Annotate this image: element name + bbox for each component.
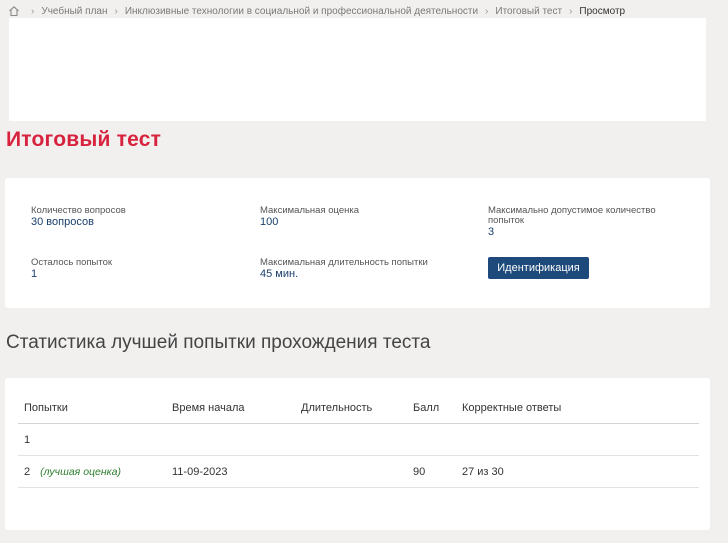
breadcrumb: › Учебный план › Инклюзивные технологии … [8, 4, 625, 18]
remaining-attempts-label: Осталось попыток [31, 257, 113, 268]
column-header-score: Балл [413, 402, 440, 414]
questions-count: Количество вопросов 30 вопросов [31, 205, 231, 229]
start-time: 11-09-2023 [172, 465, 228, 478]
questions-count-value: 30 вопросов [31, 216, 94, 228]
attempts-table: Попытки Время начала Длительность Балл К… [18, 393, 699, 488]
content-banner [9, 18, 706, 121]
column-header-duration: Длительность [301, 402, 373, 414]
attempt-number: 2 [24, 465, 31, 478]
chevron-right-icon: › [114, 5, 118, 17]
breadcrumb-item-course[interactable]: Инклюзивные технологии в социальной и пр… [125, 6, 478, 17]
score: 90 [413, 465, 426, 478]
best-score-note: (лучшая оценка) [40, 465, 121, 478]
breadcrumb-current: Просмотр [579, 5, 626, 17]
max-score: Максимальная оценка 100 [260, 205, 460, 229]
attempt-cell: 2 (лучшая оценка) [24, 456, 121, 487]
identification-button[interactable]: Идентификация [488, 257, 589, 279]
column-header-attempts: Попытки [24, 402, 68, 414]
breadcrumb-item-curriculum[interactable]: Учебный план [41, 6, 107, 17]
test-info-card: Количество вопросов 30 вопросов Максимал… [5, 178, 710, 308]
max-duration: Максимальная длительность попытки 45 мин… [260, 257, 460, 281]
stats-title: Статистика лучшей попытки прохождения те… [6, 332, 431, 353]
table-row: 2 (лучшая оценка) 11-09-2023 90 27 из 30 [18, 456, 699, 488]
max-duration-value: 45 мин. [260, 268, 299, 280]
page-title: Итоговый тест [6, 128, 162, 151]
questions-count-label: Количество вопросов [31, 205, 126, 216]
table-header-row: Попытки Время начала Длительность Балл К… [18, 393, 699, 424]
stats-card: Попытки Время начала Длительность Балл К… [5, 378, 710, 530]
breadcrumb-item-final-test[interactable]: Итоговый тест [495, 6, 562, 17]
max-attempts-label: Максимально допустимое количество попыто… [488, 205, 656, 226]
max-attempts-value: 3 [488, 226, 495, 238]
correct-answers: 27 из 30 [462, 465, 504, 478]
table-row: 1 [18, 424, 699, 456]
chevron-right-icon: › [569, 5, 573, 17]
max-duration-label: Максимальная длительность попытки [260, 257, 428, 268]
max-attempts: Максимально допустимое количество попыто… [488, 205, 678, 239]
column-header-start-time: Время начала [172, 402, 245, 414]
remaining-attempts-value: 1 [31, 268, 38, 280]
attempt-number: 1 [24, 433, 31, 446]
max-score-value: 100 [260, 216, 279, 228]
column-header-correct: Корректные ответы [462, 402, 562, 414]
home-icon[interactable] [8, 5, 20, 17]
remaining-attempts: Осталось попыток 1 [31, 257, 231, 281]
max-score-label: Максимальная оценка [260, 205, 360, 216]
chevron-right-icon: › [31, 5, 35, 17]
chevron-right-icon: › [485, 5, 489, 17]
